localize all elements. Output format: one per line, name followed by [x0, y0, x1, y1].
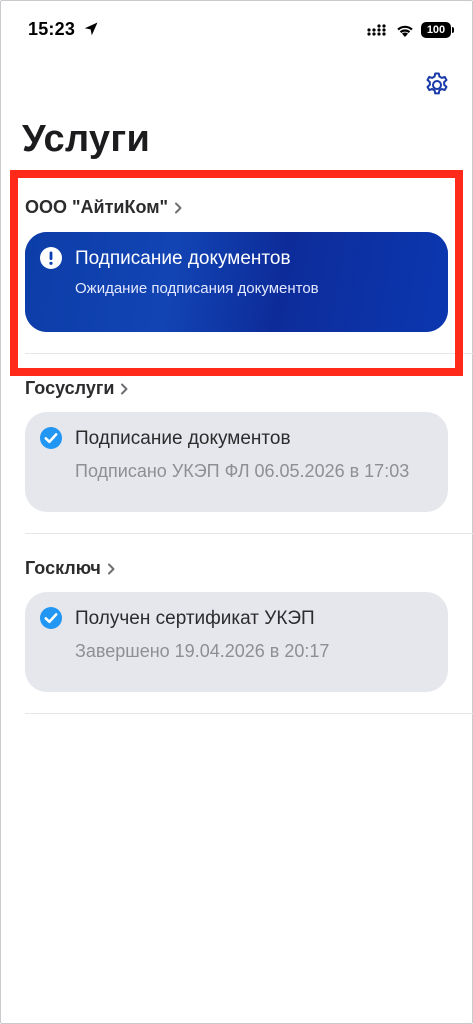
- service-card-signing-done[interactable]: Подписание документов Подписано УКЭП ФЛ …: [25, 412, 448, 512]
- battery-cap: [452, 27, 454, 33]
- divider: [25, 533, 473, 534]
- page-title: Услуги: [22, 118, 151, 160]
- status-time: 15:23: [28, 19, 76, 39]
- check-circle-icon: [40, 607, 62, 629]
- cellular-signal-icon: [367, 24, 386, 36]
- wifi-icon: [397, 25, 413, 37]
- alert-icon: [40, 247, 62, 269]
- settings-button[interactable]: [421, 69, 453, 101]
- status-bar: 15:23 100: [0, 0, 473, 60]
- card-subtitle: Подписано УКЭП ФЛ 06.05.2026 в 17:03: [75, 461, 410, 481]
- battery-level: 100: [426, 24, 446, 36]
- section-header-gosuslugi[interactable]: Госуслуги: [25, 378, 129, 399]
- gear-icon: [426, 72, 448, 95]
- card-title: Подписание документов: [75, 428, 291, 449]
- battery-icon: 100: [421, 22, 454, 38]
- service-card-certificate[interactable]: Получен сертификат УКЭП Завершено 19.04.…: [25, 592, 448, 692]
- highlight-annotation: [10, 170, 463, 376]
- section-title: Госуслуги: [25, 378, 115, 398]
- section-header-goskluch[interactable]: Госключ: [25, 558, 116, 579]
- check-circle-icon: [40, 427, 62, 449]
- section-title: Госключ: [25, 558, 101, 578]
- status-indicators: 100: [367, 20, 454, 40]
- card-subtitle: Завершено 19.04.2026 в 20:17: [75, 641, 330, 661]
- chevron-right-icon: [107, 563, 115, 574]
- divider: [25, 713, 473, 714]
- location-arrow-icon: [84, 22, 98, 36]
- card-title: Получен сертификат УКЭП: [75, 608, 315, 629]
- chevron-right-icon: [121, 383, 128, 394]
